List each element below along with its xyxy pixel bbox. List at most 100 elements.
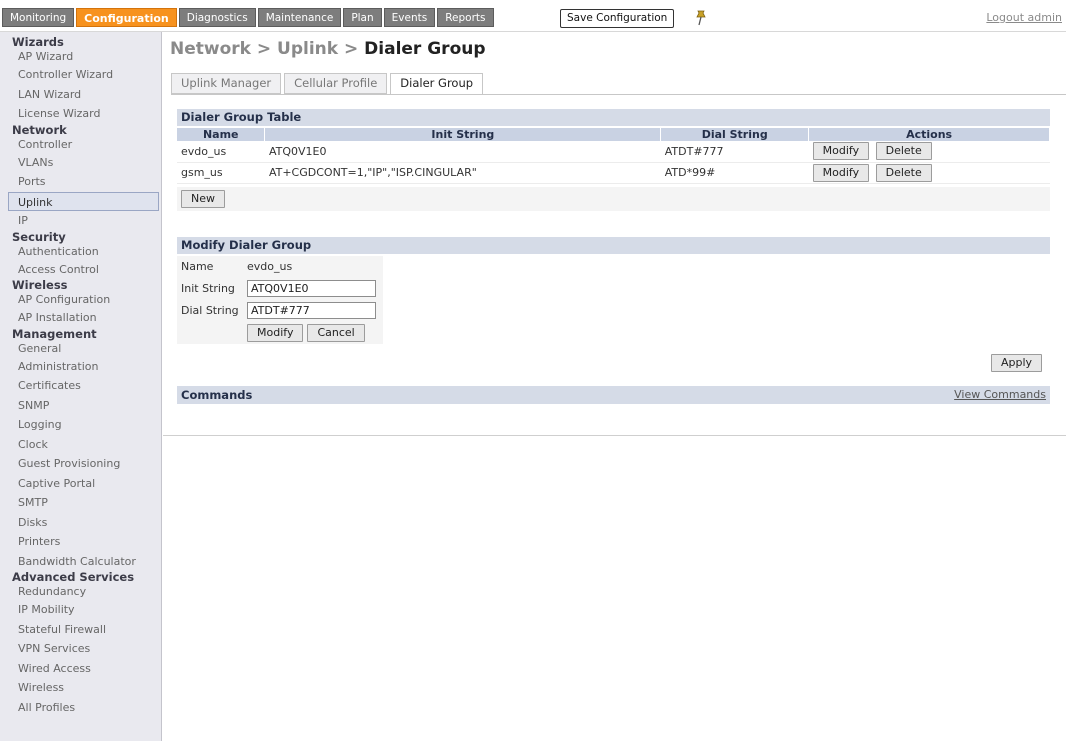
row-dial-string: ATDT#777 <box>660 141 809 163</box>
form-modify-button[interactable]: Modify <box>247 323 304 342</box>
subtabs: Uplink Manager Cellular Profile Dialer G… <box>171 73 484 95</box>
tab-uplink-manager[interactable]: Uplink Manager <box>171 73 282 94</box>
new-row: New <box>177 187 1050 211</box>
table-row: evdo_us ATQ0V1E0 ATDT#777 Modify Delete <box>177 141 1050 163</box>
top-navigation: Monitoring Configuration Diagnostics Mai… <box>0 0 1066 32</box>
sidebar-item-logging[interactable]: Logging <box>0 415 161 435</box>
tab-plan[interactable]: Plan <box>343 8 382 27</box>
sidebar-section-wireless: Wireless <box>12 278 68 292</box>
form-cancel-button[interactable]: Cancel <box>307 323 365 342</box>
tab-reports[interactable]: Reports <box>437 8 494 27</box>
save-configuration-button[interactable]: Save Configuration <box>560 9 675 28</box>
sidebar-item-authentication[interactable]: Authentication <box>0 244 161 260</box>
sidebar-item-certificates[interactable]: Certificates <box>0 376 161 396</box>
tab-events[interactable]: Events <box>383 8 436 27</box>
sidebar-item-ports[interactable]: Ports <box>0 172 161 192</box>
column-header-name: Name <box>177 128 266 141</box>
row-init-string: AT+CGDCONT=1,"IP","ISP.CINGULAR" <box>264 162 661 184</box>
sidebar-item-wired-access[interactable]: Wired Access <box>0 659 161 679</box>
sidebar-item-ip[interactable]: IP <box>0 211 161 231</box>
tab-maintenance[interactable]: Maintenance <box>257 8 342 27</box>
tab-cellular-profile[interactable]: Cellular Profile <box>284 73 388 94</box>
page-title: Network > Uplink > Dialer Group <box>170 39 486 59</box>
sidebar-section-advanced-services: Advanced Services <box>12 570 135 584</box>
tab-diagnostics[interactable]: Diagnostics <box>178 8 256 27</box>
sidebar-item-ip-mobility[interactable]: IP Mobility <box>0 600 161 620</box>
row-actions: Modify Delete <box>808 162 1050 184</box>
sidebar-item-ap-installation[interactable]: AP Installation <box>0 308 161 328</box>
sidebar-item-administration[interactable]: Administration <box>0 357 161 377</box>
sidebar-item-vlans[interactable]: VLANs <box>0 153 161 173</box>
sidebar-item-uplink[interactable]: Uplink <box>8 191 159 211</box>
pushpin-icon[interactable] <box>694 10 708 26</box>
column-header-dial-string: Dial String <box>660 128 810 141</box>
delete-button[interactable]: Delete <box>875 163 932 182</box>
sidebar-section-network: Network <box>12 122 67 137</box>
main-tabs: Monitoring Configuration Diagnostics Mai… <box>2 8 494 27</box>
sidebar-item-license-wizard[interactable]: License Wizard <box>0 104 161 124</box>
dialer-group-table: Name Init String Dial String Actions evd… <box>177 128 1050 184</box>
sidebar-item-controller[interactable]: Controller <box>0 137 161 153</box>
sidebar-item-guest-provisioning[interactable]: Guest Provisioning <box>0 454 161 474</box>
view-commands-link[interactable]: View Commands <box>954 386 1046 404</box>
column-header-init-string: Init String <box>264 128 662 141</box>
sidebar-item-controller-wizard[interactable]: Controller Wizard <box>0 65 161 85</box>
sidebar-item-redundancy[interactable]: Redundancy <box>0 584 161 600</box>
sidebar-section-wizards: Wizards <box>12 35 64 49</box>
breadcrumb-current: Dialer Group <box>364 39 486 59</box>
sidebar-item-stateful-firewall[interactable]: Stateful Firewall <box>0 620 161 640</box>
sidebar-item-smtp[interactable]: SMTP <box>0 493 161 513</box>
sidebar-item-ap-wizard[interactable]: AP Wizard <box>0 49 161 65</box>
commands-bar: Commands View Commands <box>177 386 1050 404</box>
sidebar-item-general[interactable]: General <box>0 341 161 357</box>
sidebar-item-disks[interactable]: Disks <box>0 513 161 533</box>
modify-button[interactable]: Modify <box>812 163 870 182</box>
modify-button[interactable]: Modify <box>812 142 870 161</box>
sidebar-section-management: Management <box>12 326 97 341</box>
main-content: Network > Uplink > Dialer Group Uplink M… <box>163 32 1066 436</box>
row-actions: Modify Delete <box>808 141 1050 163</box>
tab-configuration[interactable]: Configuration <box>76 8 177 27</box>
breadcrumb: Network > Uplink > <box>170 39 365 59</box>
subtab-divider <box>171 94 1066 95</box>
row-name: gsm_us <box>177 162 265 184</box>
sidebar-item-wireless[interactable]: Wireless <box>0 678 161 698</box>
form-row-init-string: Init String <box>177 277 383 299</box>
tab-monitoring[interactable]: Monitoring <box>2 8 75 27</box>
sidebar-item-lan-wizard[interactable]: LAN Wizard <box>0 85 161 105</box>
apply-button[interactable]: Apply <box>991 354 1043 372</box>
sidebar-item-vpn-services[interactable]: VPN Services <box>0 639 161 659</box>
new-button[interactable]: New <box>181 190 225 208</box>
sidebar-item-ap-configuration[interactable]: AP Configuration <box>0 292 161 308</box>
delete-button[interactable]: Delete <box>875 142 932 161</box>
sidebar-item-clock[interactable]: Clock <box>0 435 161 455</box>
sidebar-item-access-control[interactable]: Access Control <box>0 260 161 280</box>
init-string-input[interactable] <box>247 279 376 297</box>
sidebar-item-captive-portal[interactable]: Captive Portal <box>0 474 161 494</box>
sidebar-item-printers[interactable]: Printers <box>0 532 161 552</box>
name-label: Name <box>181 260 214 273</box>
form-row-name: Name evdo_us <box>177 256 383 277</box>
dialer-group-table-title: Dialer Group Table <box>177 109 1050 126</box>
commands-label: Commands <box>181 388 253 402</box>
modify-dialer-group-form: Name evdo_us Init String Dial String Mod… <box>177 256 1050 344</box>
table-row: gsm_us AT+CGDCONT=1,"IP","ISP.CINGULAR" … <box>177 162 1050 184</box>
row-init-string: ATQ0V1E0 <box>264 141 661 163</box>
name-value: evdo_us <box>247 260 293 273</box>
sidebar-item-snmp[interactable]: SNMP <box>0 396 161 416</box>
form-row-buttons: Modify Cancel <box>177 321 383 344</box>
form-row-dial-string: Dial String <box>177 299 383 321</box>
logout-link[interactable]: Logout admin <box>986 11 1062 24</box>
dial-string-label: Dial String <box>181 303 239 317</box>
row-dial-string: ATD*99# <box>660 162 809 184</box>
sidebar-section-security: Security <box>12 229 66 244</box>
sidebar-item-bandwidth-calculator[interactable]: Bandwidth Calculator <box>0 552 161 572</box>
sidebar-item-all-profiles[interactable]: All Profiles <box>0 698 161 718</box>
init-string-label: Init String <box>181 281 235 295</box>
modify-dialer-group-title: Modify Dialer Group <box>177 237 1050 254</box>
sidebar: Wizards AP Wizard Controller Wizard LAN … <box>0 32 162 741</box>
dial-string-input[interactable] <box>247 301 376 319</box>
column-header-actions: Actions <box>808 128 1050 141</box>
row-name: evdo_us <box>177 141 265 163</box>
tab-dialer-group[interactable]: Dialer Group <box>390 73 484 95</box>
